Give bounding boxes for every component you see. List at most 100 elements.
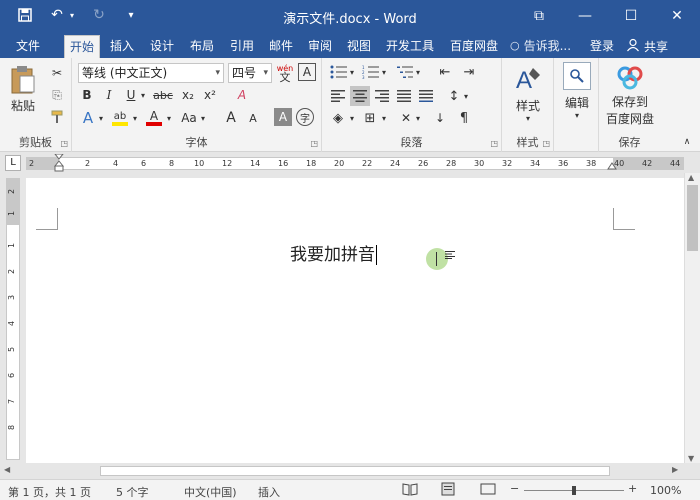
insert-mode[interactable]: 插入 bbox=[258, 484, 280, 500]
change-case-dropdown-icon[interactable]: ▾ bbox=[198, 108, 208, 128]
page-count[interactable]: 第 1 页，共 1 页 bbox=[8, 484, 91, 500]
scroll-left-icon[interactable]: ◀ bbox=[4, 465, 10, 474]
multilevel-dropdown-icon[interactable]: ▾ bbox=[414, 62, 422, 82]
highlight-dropdown-icon[interactable]: ▾ bbox=[130, 108, 140, 128]
tab-home[interactable]: 开始 bbox=[64, 35, 100, 58]
numbering-icon[interactable]: 123 bbox=[360, 62, 382, 82]
char-shading-button[interactable]: A bbox=[274, 108, 292, 126]
paragraph-launcher-icon[interactable]: ◳ bbox=[490, 139, 498, 148]
justify-icon[interactable] bbox=[394, 86, 414, 106]
vertical-scrollbar[interactable]: ▲ ▼ bbox=[684, 173, 700, 463]
scroll-right-icon[interactable]: ▶ bbox=[672, 465, 678, 474]
align-right-icon[interactable] bbox=[372, 86, 392, 106]
zoom-slider-knob[interactable] bbox=[572, 486, 576, 495]
enclose-char-button[interactable]: 字 bbox=[296, 108, 314, 126]
tab-baidu-netdisk[interactable]: 百度网盘 bbox=[444, 35, 504, 58]
language-indicator[interactable]: 中文(中国) bbox=[184, 484, 237, 500]
decrease-indent-icon[interactable]: ⇤ bbox=[434, 62, 456, 82]
multilevel-list-icon[interactable] bbox=[394, 62, 416, 82]
increase-indent-icon[interactable]: ⇥ bbox=[458, 62, 480, 82]
text-effects-dropdown-icon[interactable]: ▾ bbox=[96, 108, 106, 128]
collapse-ribbon-icon[interactable]: ∧ bbox=[680, 136, 694, 148]
editing-button[interactable]: 编辑 ▾ bbox=[560, 62, 594, 120]
tab-references[interactable]: 引用 bbox=[224, 35, 260, 58]
zoom-in-button[interactable]: + bbox=[628, 482, 637, 495]
tell-me-search[interactable]: ○ 告诉我... bbox=[510, 35, 571, 57]
zoom-out-button[interactable]: − bbox=[510, 482, 519, 495]
copy-icon[interactable]: ⎘ bbox=[48, 86, 66, 104]
print-layout-icon[interactable] bbox=[440, 482, 456, 499]
align-left-icon[interactable] bbox=[328, 86, 348, 106]
login-link[interactable]: 登录 bbox=[590, 35, 614, 57]
bullets-dropdown-icon[interactable]: ▾ bbox=[348, 62, 356, 82]
chinese-layout-dropdown-icon[interactable]: ▾ bbox=[414, 108, 422, 128]
vertical-scroll-thumb[interactable] bbox=[687, 185, 698, 251]
tab-design[interactable]: 设计 bbox=[144, 35, 180, 58]
share-button[interactable]: 共享 bbox=[626, 35, 684, 57]
scroll-down-icon[interactable]: ▼ bbox=[688, 454, 694, 463]
scroll-up-icon[interactable]: ▲ bbox=[688, 173, 694, 182]
styles-button[interactable]: A 样式 ▾ bbox=[508, 64, 548, 123]
borders-dropdown-icon[interactable]: ▾ bbox=[380, 108, 388, 128]
line-spacing-icon[interactable]: ↕ bbox=[444, 86, 464, 106]
tab-selector-icon[interactable]: L bbox=[5, 155, 21, 171]
numbering-dropdown-icon[interactable]: ▾ bbox=[380, 62, 388, 82]
font-name-select[interactable]: 等线 (中文正文) ▾ bbox=[78, 63, 224, 83]
cut-icon[interactable]: ✂ bbox=[48, 64, 66, 82]
zoom-level[interactable]: 100% bbox=[650, 484, 681, 497]
ruler-strip[interactable]: 2 2 4 6 8 10 12 14 16 18 20 22 24 26 28 … bbox=[26, 154, 684, 172]
tab-file[interactable]: 文件 bbox=[8, 35, 48, 58]
zoom-slider[interactable] bbox=[524, 486, 624, 495]
word-count[interactable]: 5 个字 bbox=[116, 484, 149, 500]
align-center-icon[interactable] bbox=[350, 86, 370, 106]
superscript-button[interactable]: x² bbox=[200, 86, 220, 104]
underline-dropdown-icon[interactable]: ▾ bbox=[138, 86, 148, 104]
ribbon-display-options-icon[interactable]: ⧉ bbox=[516, 0, 562, 32]
paste-button[interactable]: 粘贴 bbox=[4, 64, 42, 120]
char-border-button[interactable]: A bbox=[298, 63, 316, 81]
web-layout-icon[interactable] bbox=[480, 482, 496, 499]
document-page[interactable]: 我要加拼音 bbox=[26, 178, 684, 463]
borders-icon[interactable]: ⊞ bbox=[360, 108, 380, 128]
save-to-baidu-button[interactable]: 保存到 百度网盘 bbox=[601, 64, 659, 128]
change-case-button[interactable]: Aa bbox=[178, 108, 200, 128]
minimize-button[interactable]: — bbox=[562, 0, 608, 32]
bold-button[interactable]: B bbox=[78, 86, 96, 104]
sort-icon[interactable]: ↓ bbox=[430, 108, 450, 128]
shading-dropdown-icon[interactable]: ▾ bbox=[348, 108, 356, 128]
chinese-layout-icon[interactable]: ✕ bbox=[396, 108, 416, 128]
tab-insert[interactable]: 插入 bbox=[104, 35, 140, 58]
shrink-font-button[interactable]: A bbox=[244, 108, 262, 128]
distributed-icon[interactable] bbox=[416, 86, 436, 106]
document-text[interactable]: 我要加拼音 bbox=[290, 240, 377, 265]
close-button[interactable]: ✕ bbox=[654, 0, 700, 32]
grow-font-button[interactable]: A bbox=[222, 108, 240, 128]
clear-formatting-button[interactable]: A bbox=[232, 86, 252, 104]
maximize-button[interactable]: ☐ bbox=[608, 0, 654, 32]
show-marks-icon[interactable]: ¶ bbox=[454, 108, 474, 128]
tab-developer[interactable]: 开发工具 bbox=[382, 35, 438, 58]
styles-launcher-icon[interactable]: ◳ bbox=[542, 139, 550, 148]
font-color-dropdown-icon[interactable]: ▾ bbox=[164, 108, 174, 128]
horizontal-scroll-thumb[interactable] bbox=[100, 466, 610, 476]
font-size-select[interactable]: 四号 ▾ bbox=[228, 63, 272, 83]
shading-icon[interactable]: ◈ bbox=[328, 108, 348, 128]
font-launcher-icon[interactable]: ◳ bbox=[310, 139, 318, 148]
phonetic-guide-button[interactable]: wén 文 bbox=[276, 62, 294, 84]
text-effects-button[interactable]: A bbox=[78, 108, 98, 128]
format-painter-icon[interactable] bbox=[48, 108, 66, 126]
italic-button[interactable]: I bbox=[100, 86, 118, 104]
clipboard-launcher-icon[interactable]: ◳ bbox=[60, 139, 68, 148]
tab-layout[interactable]: 布局 bbox=[184, 35, 220, 58]
read-mode-icon[interactable] bbox=[402, 482, 418, 499]
tab-view[interactable]: 视图 bbox=[341, 35, 377, 58]
indent-marker-icon[interactable] bbox=[54, 154, 64, 172]
tab-review[interactable]: 审阅 bbox=[302, 35, 338, 58]
line-spacing-dropdown-icon[interactable]: ▾ bbox=[462, 86, 470, 106]
right-indent-marker-icon[interactable] bbox=[607, 160, 617, 170]
strikethrough-button[interactable]: abc bbox=[152, 86, 174, 104]
tab-mailings[interactable]: 邮件 bbox=[263, 35, 299, 58]
subscript-button[interactable]: x₂ bbox=[178, 86, 198, 104]
highlight-button[interactable]: ab bbox=[110, 108, 130, 128]
horizontal-scrollbar[interactable]: ◀ ▶ bbox=[0, 463, 700, 479]
